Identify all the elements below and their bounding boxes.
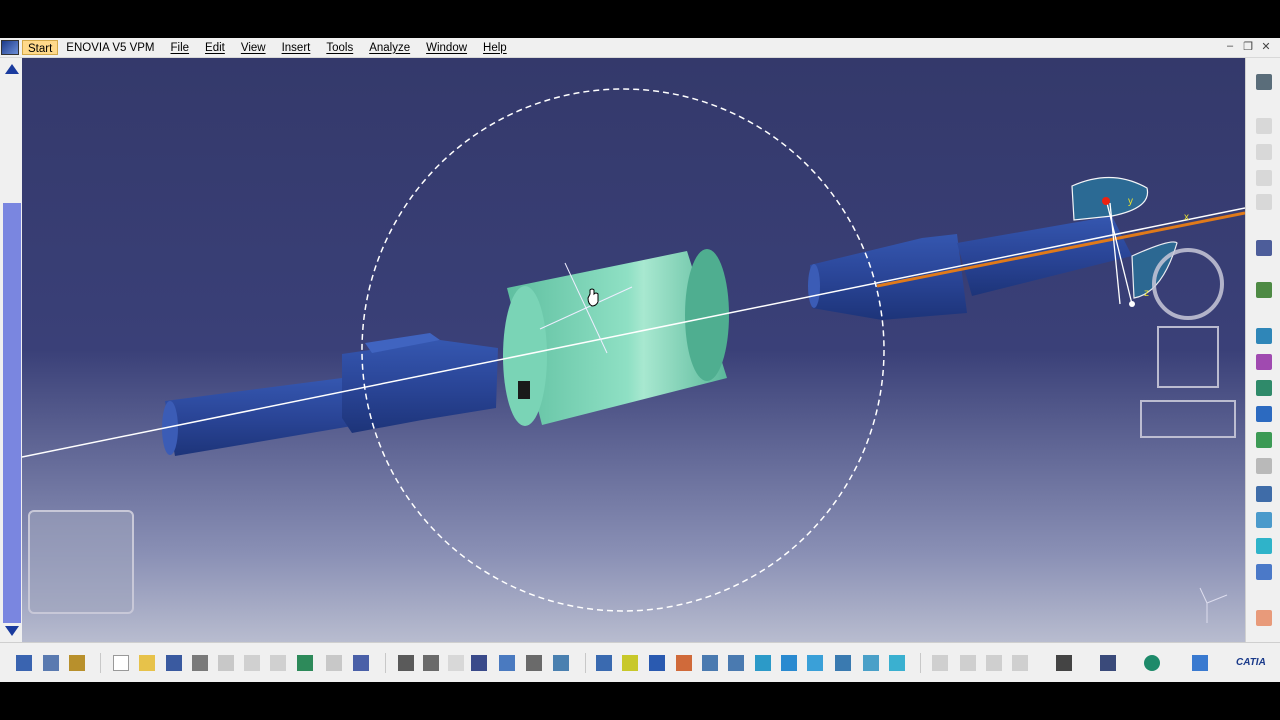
left-scrollbar[interactable] xyxy=(0,58,22,642)
lock-icon[interactable] xyxy=(69,655,85,671)
constraint-icon[interactable] xyxy=(1256,432,1272,448)
assembly-scene: y x z xyxy=(22,88,1245,623)
scroll-up-icon[interactable] xyxy=(5,64,19,74)
scroll-down-icon[interactable] xyxy=(5,626,19,636)
right-toolbar xyxy=(1245,58,1280,642)
hide-icon[interactable] xyxy=(448,655,464,671)
chart-icon[interactable] xyxy=(553,655,569,671)
explode-icon[interactable] xyxy=(1256,380,1272,396)
scroll-thumb[interactable] xyxy=(3,203,21,623)
axis-z-label: z xyxy=(1144,288,1149,299)
menu-file[interactable]: File xyxy=(163,42,198,54)
zoom-in-icon[interactable] xyxy=(702,655,718,671)
menu-analyze[interactable]: Analyze xyxy=(361,42,418,54)
minimize-icon[interactable]: – xyxy=(1224,40,1236,53)
clash-icon[interactable] xyxy=(1256,486,1272,502)
cut-icon[interactable] xyxy=(218,655,234,671)
layer-icon[interactable] xyxy=(1192,655,1208,671)
menu-tools[interactable]: Tools xyxy=(318,42,361,54)
catalog-icon[interactable] xyxy=(43,655,59,671)
camera-icon[interactable] xyxy=(1056,655,1072,671)
normal-view-icon[interactable] xyxy=(755,655,771,671)
update-icon[interactable] xyxy=(16,655,32,671)
arrow-icon[interactable] xyxy=(1012,655,1028,671)
print-icon[interactable] xyxy=(192,655,208,671)
knowledge-icon[interactable] xyxy=(423,655,439,671)
copy-icon[interactable] xyxy=(244,655,260,671)
part-icon[interactable] xyxy=(1256,194,1272,210)
axis-triad-icon xyxy=(1199,587,1228,623)
catia-logo: CATIA xyxy=(1236,657,1266,668)
separator xyxy=(100,653,101,673)
formula-icon[interactable] xyxy=(398,655,414,671)
menu-edit[interactable]: Edit xyxy=(197,42,233,54)
close-icon[interactable]: ✕ xyxy=(1260,40,1272,53)
arrow-icon[interactable] xyxy=(986,655,1002,671)
table-icon[interactable] xyxy=(471,655,487,671)
shading-icon[interactable] xyxy=(835,655,851,671)
menu-help[interactable]: Help xyxy=(475,42,515,54)
views-icon[interactable] xyxy=(781,655,797,671)
help-icon[interactable] xyxy=(353,655,369,671)
restore-icon[interactable]: ❐ xyxy=(1242,40,1254,53)
select-arrow-icon[interactable] xyxy=(1256,240,1272,256)
redo-icon[interactable] xyxy=(326,655,342,671)
menu-view[interactable]: View xyxy=(233,42,274,54)
paste-icon[interactable] xyxy=(270,655,286,671)
axis-x-label: x xyxy=(1184,212,1189,223)
compass-reset-icon[interactable] xyxy=(1144,655,1160,671)
measure-icon[interactable] xyxy=(960,655,976,671)
axis-y-label: y xyxy=(1128,196,1133,207)
scene-icon[interactable] xyxy=(1100,655,1116,671)
overview-thumbnail[interactable] xyxy=(28,510,134,614)
coupling-part[interactable] xyxy=(503,249,729,426)
menu-insert[interactable]: Insert xyxy=(274,42,319,54)
measure-icon[interactable] xyxy=(1256,458,1272,474)
separator xyxy=(920,653,921,673)
new-icon[interactable] xyxy=(113,655,129,671)
tree-icon[interactable] xyxy=(499,655,515,671)
menu-window[interactable]: Window xyxy=(418,42,475,54)
bottom-toolbar: CATIA xyxy=(0,642,1280,683)
bottom-letterbox xyxy=(0,682,1280,720)
fit-all-icon[interactable] xyxy=(622,655,638,671)
section-icon[interactable] xyxy=(1256,512,1272,528)
pan-all-icon[interactable] xyxy=(596,655,612,671)
manipulate-icon[interactable] xyxy=(1256,406,1272,422)
parts-icon[interactable] xyxy=(526,655,542,671)
part-icon[interactable] xyxy=(1256,170,1272,186)
snap-icon[interactable] xyxy=(1256,354,1272,370)
gear-icon[interactable] xyxy=(1256,282,1272,298)
undo-icon[interactable] xyxy=(297,655,313,671)
move-icon[interactable] xyxy=(1256,328,1272,344)
zoom-pad-icon[interactable] xyxy=(1157,326,1219,388)
hide-show-icon[interactable] xyxy=(863,655,879,671)
compass-icon[interactable] xyxy=(1256,74,1272,90)
menu-start[interactable]: Start xyxy=(22,40,59,55)
pan-icon[interactable] xyxy=(649,655,665,671)
part-icon[interactable] xyxy=(1256,144,1272,160)
menu-enovia[interactable]: ENOVIA V5 VPM xyxy=(58,42,162,54)
3d-viewport[interactable]: y x z xyxy=(22,58,1245,642)
sweep-icon[interactable] xyxy=(1256,538,1272,554)
catalog-icon[interactable] xyxy=(1256,610,1272,626)
catia-app-icon[interactable] xyxy=(1,40,19,55)
zoom-out-icon[interactable] xyxy=(728,655,744,671)
iso-icon[interactable] xyxy=(807,655,823,671)
window-controls: – ❐ ✕ xyxy=(1224,40,1272,53)
open-icon[interactable] xyxy=(139,655,155,671)
swap-icon[interactable] xyxy=(889,655,905,671)
menu-bar: Start ENOVIA V5 VPM File Edit View Inser… xyxy=(0,38,1280,58)
analysis-icon[interactable] xyxy=(1256,564,1272,580)
pan-pad-icon[interactable] xyxy=(1140,400,1236,438)
save-icon[interactable] xyxy=(166,655,182,671)
top-letterbox xyxy=(0,0,1280,38)
rotate-pad-icon[interactable] xyxy=(1152,248,1224,320)
separator xyxy=(385,653,386,673)
axis-line[interactable] xyxy=(22,207,1245,458)
separator xyxy=(585,653,586,673)
rotate-icon[interactable] xyxy=(676,655,692,671)
part-icon[interactable] xyxy=(1256,118,1272,134)
sketch-icon[interactable] xyxy=(932,655,948,671)
